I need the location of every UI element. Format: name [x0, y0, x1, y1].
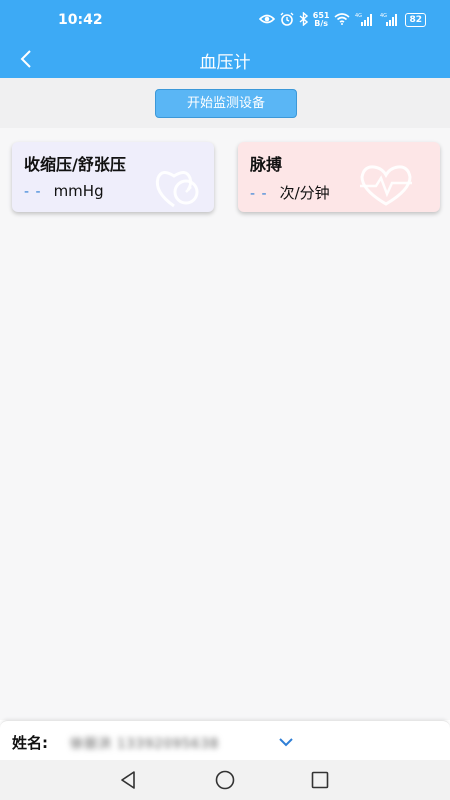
- eye-icon: [258, 13, 275, 28]
- blood-pressure-title: 收缩压/舒张压: [24, 155, 126, 174]
- gauge-watermark-icon: [155, 171, 199, 208]
- pulse-value: - -: [250, 186, 268, 202]
- battery-icon: 82: [405, 13, 426, 27]
- start-monitoring-button[interactable]: 开始监测设备: [155, 89, 297, 118]
- signal-1-label: 4G: [355, 13, 362, 19]
- page-title: 血压计: [199, 53, 251, 73]
- network-speed: 651 B/s: [312, 11, 330, 28]
- blood-pressure-unit: mmHg: [53, 182, 104, 200]
- alarm-icon: [280, 12, 294, 29]
- blood-pressure-value-row: - - mmHg: [24, 182, 104, 200]
- toolbar: 开始监测设备: [0, 78, 450, 128]
- status-time: 10:42: [58, 12, 103, 28]
- blood-pressure-value: - -: [24, 184, 42, 200]
- pulse-value-row: - - 次/分钟: [250, 182, 330, 203]
- patient-selector[interactable]: 姓名: 徐丽洪 13392095638: [0, 720, 450, 760]
- system-nav-bar: [0, 760, 450, 800]
- back-triangle-icon[interactable]: [117, 769, 139, 791]
- heart-pulse-watermark-icon: [360, 165, 412, 206]
- wifi-icon: [334, 12, 350, 28]
- signal-icon: 4G: [355, 12, 375, 29]
- signal-icon-2: 4G: [380, 12, 400, 29]
- home-circle-icon[interactable]: [214, 769, 236, 791]
- recents-square-icon[interactable]: [309, 769, 331, 791]
- chevron-down-icon[interactable]: [277, 733, 295, 751]
- signal-2-label: 4G: [380, 13, 387, 19]
- pulse-unit: 次/分钟: [279, 184, 330, 202]
- pulse-title: 脉搏: [250, 155, 283, 174]
- name-value: 徐丽洪 13392095638: [70, 737, 220, 752]
- name-label: 姓名:: [12, 734, 48, 752]
- bluetooth-icon: [299, 10, 308, 29]
- main-content: 收缩压/舒张压 - - mmHg 脉搏 - - 次/分钟: [0, 128, 450, 720]
- status-icons: 651 B/s 4G 4G 82: [258, 10, 426, 29]
- nav-bar: 血压计: [0, 40, 450, 78]
- status-bar: 10:42 651 B/s 4G 4G 82: [0, 0, 450, 40]
- blood-pressure-card[interactable]: 收缩压/舒张压 - - mmHg: [12, 142, 214, 212]
- pulse-card[interactable]: 脉搏 - - 次/分钟: [238, 142, 440, 212]
